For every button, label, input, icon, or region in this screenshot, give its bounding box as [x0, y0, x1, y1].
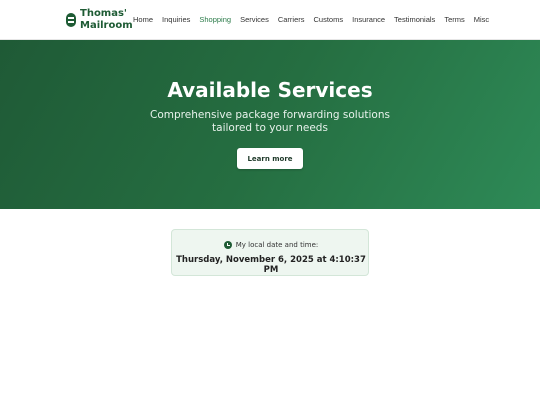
- mailbox-icon: [66, 13, 76, 27]
- hero-subtitle: Comprehensive package forwarding solutio…: [150, 109, 390, 134]
- local-time-value: Thursday, November 6, 2025 at 4:10:37 PM: [176, 255, 366, 275]
- nav-item-carriers[interactable]: Carriers: [278, 15, 305, 24]
- nav-item-shopping[interactable]: Shopping: [199, 15, 231, 24]
- nav-item-customs[interactable]: Customs: [314, 15, 344, 24]
- nav-item-misc[interactable]: Misc: [474, 15, 489, 24]
- site-header: Thomas' Mailroom Home Inquiries Shopping…: [0, 0, 540, 40]
- local-time-label-text: My local date and time:: [235, 241, 319, 249]
- learn-more-button[interactable]: Learn more: [237, 148, 303, 169]
- logo-line-1: Thomas': [80, 8, 127, 19]
- local-time-card: My local date and time: Thursday, Novemb…: [171, 229, 369, 276]
- hero-title: Available Services: [167, 78, 373, 102]
- local-time-label: My local date and time:: [172, 241, 370, 249]
- nav-item-home[interactable]: Home: [133, 15, 153, 24]
- nav-item-inquiries[interactable]: Inquiries: [162, 15, 190, 24]
- nav-item-testimonials[interactable]: Testimonials: [394, 15, 435, 24]
- site-logo[interactable]: Thomas' Mailroom: [66, 8, 133, 32]
- nav-item-terms[interactable]: Terms: [444, 15, 464, 24]
- main-nav: Home Inquiries Shopping Services Carrier…: [133, 15, 489, 24]
- logo-text: Thomas' Mailroom: [80, 8, 133, 32]
- nav-item-services[interactable]: Services: [240, 15, 269, 24]
- clock-icon: [223, 241, 232, 249]
- nav-item-insurance[interactable]: Insurance: [352, 15, 385, 24]
- logo-line-2: Mailroom: [80, 20, 133, 31]
- hero-section: Available Services Comprehensive package…: [0, 40, 540, 209]
